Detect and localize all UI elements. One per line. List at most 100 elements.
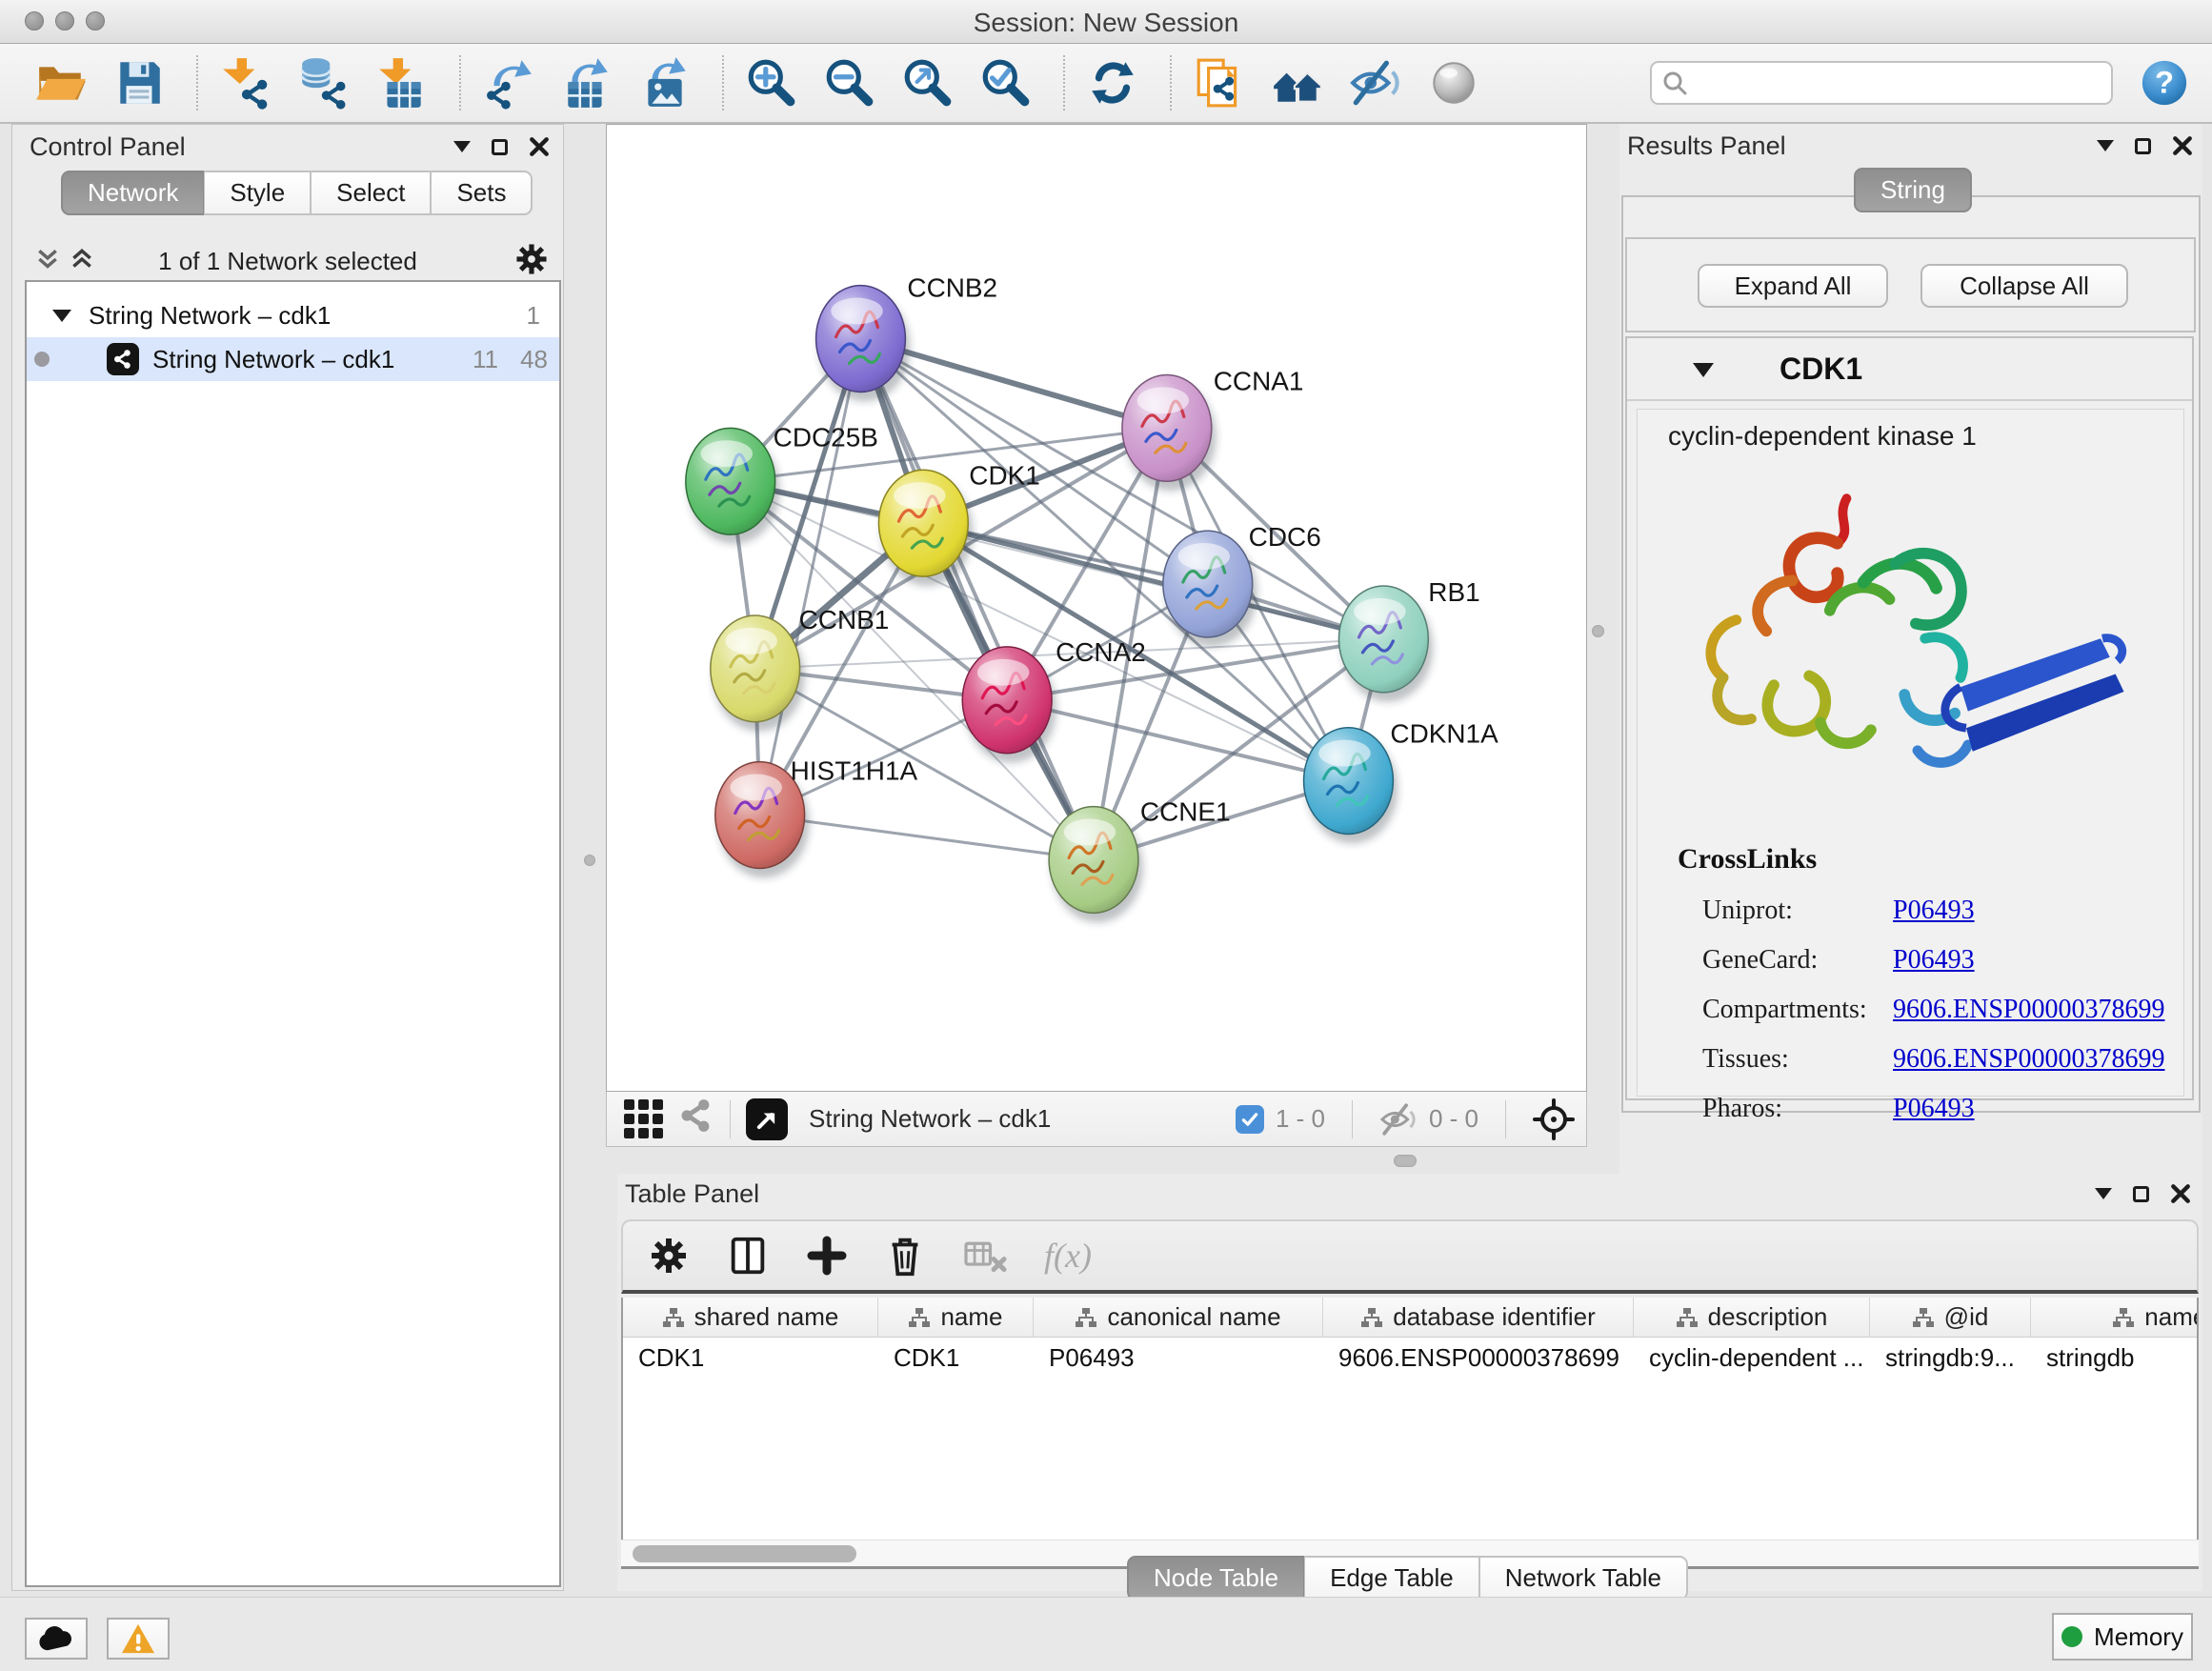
warnings-button[interactable] xyxy=(107,1618,170,1660)
crosslink-link[interactable]: P06493 xyxy=(1893,896,1975,926)
hide-show-icon[interactable] xyxy=(1349,56,1402,110)
table-cell[interactable]: 9606.ENSP00000378699 xyxy=(1323,1338,1634,1378)
expand-all-button[interactable]: Expand All xyxy=(1698,264,1888,308)
network-node-ccne1[interactable] xyxy=(1049,807,1143,923)
delete-column-icon[interactable] xyxy=(884,1234,926,1278)
table-cell[interactable]: P06493 xyxy=(1034,1338,1323,1378)
gene-collapse-icon[interactable] xyxy=(1693,363,1714,377)
column-header-database-identifier[interactable]: database identifier xyxy=(1323,1298,1634,1337)
crosshair-icon[interactable] xyxy=(1533,1098,1575,1140)
table-cell[interactable]: cyclin-dependent ... xyxy=(1634,1338,1870,1378)
function-builder-icon[interactable]: f(x) xyxy=(1044,1236,1092,1276)
hidden-eye-icon[interactable] xyxy=(1379,1100,1418,1138)
tab-network[interactable]: Network xyxy=(61,171,204,215)
network-collection-row[interactable]: String Network – cdk1 1 xyxy=(27,293,559,337)
network-edge[interactable] xyxy=(760,815,1094,860)
right-splitter-handle[interactable] xyxy=(1592,625,1604,637)
table-cell[interactable]: stringdb:9... xyxy=(1870,1338,2031,1378)
column-header--id[interactable]: @id xyxy=(1870,1298,2031,1337)
gene-card-header[interactable]: CDK1 xyxy=(1627,338,2192,401)
table-row[interactable]: CDK1CDK1P064939606.ENSP00000378699cyclin… xyxy=(623,1338,2197,1378)
clone-network-icon[interactable] xyxy=(1193,56,1246,110)
network-node-ccnb2[interactable] xyxy=(816,286,911,402)
tab-sets[interactable]: Sets xyxy=(431,171,533,215)
network-row[interactable]: String Network – cdk1 11 48 xyxy=(27,337,559,381)
node-label: CCNE1 xyxy=(1140,797,1231,827)
selected-checkbox-icon[interactable] xyxy=(1236,1105,1264,1134)
network-node-cdk1[interactable] xyxy=(878,470,973,586)
table-cell[interactable]: CDK1 xyxy=(623,1338,878,1378)
panel-menu-icon[interactable] xyxy=(453,141,471,152)
show-columns-icon[interactable] xyxy=(726,1234,770,1278)
zoom-selected-icon[interactable] xyxy=(979,56,1033,110)
zoom-fit-icon[interactable] xyxy=(901,56,955,110)
network-graph[interactable]: CCNB2CCNA1CDC25BCDK1CDC6RB1CCNB1CCNA2CDK… xyxy=(607,125,1586,1091)
column-header-canonical-name[interactable]: canonical name xyxy=(1034,1298,1323,1337)
collection-expand-icon[interactable] xyxy=(52,310,71,322)
refresh-layout-icon[interactable] xyxy=(1086,56,1139,110)
table-cell[interactable]: stringdb xyxy=(2031,1338,2199,1378)
network-node-cdc6[interactable] xyxy=(1163,531,1257,647)
table-cell[interactable]: CDK1 xyxy=(878,1338,1034,1378)
help-icon[interactable]: ? xyxy=(2140,58,2189,108)
panel-close-icon[interactable] xyxy=(2170,1183,2191,1204)
panel-close-icon[interactable] xyxy=(529,136,550,157)
network-node-rb1[interactable] xyxy=(1338,586,1433,702)
table-options-gear-icon[interactable] xyxy=(648,1235,690,1277)
grid-view-icon[interactable] xyxy=(624,1099,663,1138)
show-all-graphics-icon[interactable] xyxy=(1427,56,1480,110)
network-options-gear-icon[interactable] xyxy=(513,241,550,277)
zoom-out-icon[interactable] xyxy=(823,56,876,110)
cloud-status-button[interactable] xyxy=(25,1618,88,1660)
import-network-file-icon[interactable] xyxy=(219,56,272,110)
open-session-icon[interactable] xyxy=(34,56,88,110)
import-network-database-icon[interactable] xyxy=(297,56,351,110)
export-image-icon[interactable] xyxy=(638,56,692,110)
create-column-icon[interactable] xyxy=(806,1235,848,1277)
network-overview-icon[interactable] xyxy=(1271,56,1324,110)
tab-style[interactable]: Style xyxy=(204,171,311,215)
tab-node-table[interactable]: Node Table xyxy=(1127,1556,1304,1601)
network-node-ccnb1[interactable] xyxy=(711,615,805,732)
tab-network-table[interactable]: Network Table xyxy=(1479,1556,1688,1601)
column-header-description[interactable]: description xyxy=(1634,1298,1870,1337)
save-session-icon[interactable] xyxy=(112,56,166,110)
panel-float-icon[interactable] xyxy=(492,139,508,155)
string-share-icon[interactable] xyxy=(678,1097,714,1140)
delete-table-icon[interactable] xyxy=(962,1237,1008,1275)
tab-string[interactable]: String xyxy=(1854,168,1972,212)
crosslink-link[interactable]: P06493 xyxy=(1893,1094,1975,1124)
network-canvas[interactable]: CCNB2CCNA1CDC25BCDK1CDC6RB1CCNB1CCNA2CDK… xyxy=(606,124,1587,1092)
column-header-shared-name[interactable]: shared name xyxy=(623,1298,878,1337)
network-node-ccna2[interactable] xyxy=(962,647,1056,763)
zoom-in-icon[interactable] xyxy=(745,56,798,110)
left-splitter-handle[interactable] xyxy=(584,855,595,866)
collapse-all-button[interactable]: Collapse All xyxy=(1920,264,2128,308)
network-edge[interactable] xyxy=(760,339,861,815)
column-header-name[interactable]: name xyxy=(878,1298,1034,1337)
tab-edge-table[interactable]: Edge Table xyxy=(1304,1556,1479,1601)
network-node-cdkn1a[interactable] xyxy=(1304,728,1398,844)
crosslink-link[interactable]: P06493 xyxy=(1893,945,1975,976)
gene-symbol: CDK1 xyxy=(1780,352,1862,387)
import-table-icon[interactable] xyxy=(375,56,429,110)
scrollbar-thumb[interactable] xyxy=(633,1545,856,1562)
network-edge[interactable] xyxy=(1007,700,1348,781)
tab-select[interactable]: Select xyxy=(311,171,431,215)
export-table-icon[interactable] xyxy=(560,56,613,110)
network-node-cdc25b[interactable] xyxy=(686,428,780,544)
crosslink-link[interactable]: 9606.ENSP00000378699 xyxy=(1893,995,2164,1025)
column-header-namespace[interactable]: namespace xyxy=(2031,1298,2199,1337)
crosslink-link[interactable]: 9606.ENSP00000378699 xyxy=(1893,1044,2164,1075)
panel-float-icon[interactable] xyxy=(2133,1186,2149,1202)
panel-float-icon[interactable] xyxy=(2135,138,2151,154)
open-in-string-icon[interactable] xyxy=(746,1098,788,1140)
bottom-splitter-handle[interactable] xyxy=(1394,1155,1417,1167)
export-network-icon[interactable] xyxy=(482,56,535,110)
panel-close-icon[interactable] xyxy=(2172,135,2193,156)
search-input[interactable] xyxy=(1650,61,2113,105)
panel-menu-icon[interactable] xyxy=(2097,140,2114,151)
network-node-ccna1[interactable] xyxy=(1122,374,1217,491)
panel-menu-icon[interactable] xyxy=(2095,1188,2112,1199)
memory-button[interactable]: Memory xyxy=(2052,1613,2193,1661)
